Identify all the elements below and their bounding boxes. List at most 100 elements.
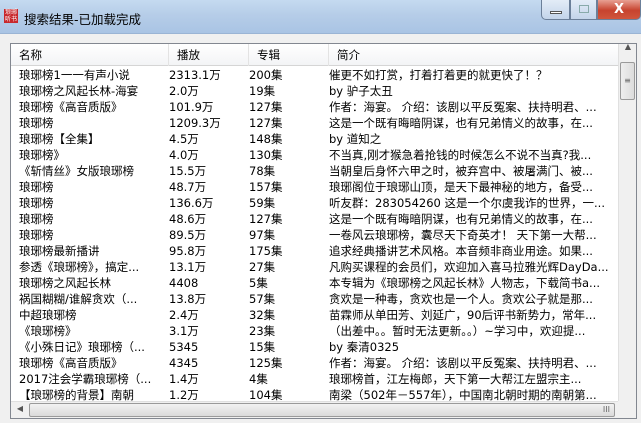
app-seal-icon: 琅琊 听书 bbox=[4, 9, 18, 23]
cell-episodes: 130集 bbox=[249, 148, 283, 162]
table-row[interactable]: 中超琅琊榜 2.4万 32集 苗霖师从单田芳、刘延广，90后评书新势力，常年... bbox=[11, 307, 618, 323]
scrollbar-corner bbox=[618, 401, 636, 418]
cell-name: 《小殊日记》琅琊榜（... bbox=[19, 340, 145, 354]
cell-episodes: 175集 bbox=[249, 244, 283, 258]
cell-name: 琅琊榜【全集】 bbox=[19, 132, 100, 146]
column-header-plays[interactable]: 播放 bbox=[169, 44, 249, 66]
cell-episodes: 157集 bbox=[249, 180, 283, 194]
cell-episodes: 57集 bbox=[249, 292, 276, 306]
cell-plays: 1209.3万 bbox=[169, 116, 221, 130]
table-row[interactable]: 琅琊榜最新播讲 95.8万 175集 追求经典播讲艺术风格。本音频非商业用途。如果..… bbox=[11, 243, 618, 259]
table-row[interactable]: 《斩情丝》女版琅琊榜 15.5万 78集 当朝皇后身怀六甲之时，被弃宫中、被屠满门、被… bbox=[11, 163, 618, 179]
cell-intro: （出差中。。暂时无法更新。。）~学习中，欢迎提... bbox=[329, 324, 586, 338]
cell-plays: 1.2万 bbox=[169, 388, 199, 401]
cell-plays: 4.0万 bbox=[169, 148, 199, 162]
cell-episodes: 59集 bbox=[249, 196, 276, 210]
title-bar: 琅琊 听书 搜索结果-已加载完成 X bbox=[0, 0, 641, 34]
table-row[interactable]: 琅琊榜之风起长林 4408 5集 本专辑为《琅琊榜之风起长林》人物志，下载简书a... bbox=[11, 275, 618, 291]
cell-intro: by 驴子太丑 bbox=[329, 84, 393, 98]
cell-plays: 13.1万 bbox=[169, 260, 207, 274]
horizontal-scroll-thumb[interactable]: III bbox=[29, 403, 615, 417]
scroll-left-arrow-icon[interactable]: ◀ bbox=[12, 404, 28, 413]
table-row[interactable]: 琅琊榜 89.5万 97集 一卷风云琅琊榜，囊尽天下奇英才！ 天下第一大帮... bbox=[11, 227, 618, 243]
cell-episodes: 19集 bbox=[249, 84, 276, 98]
minimize-icon bbox=[550, 11, 562, 14]
cell-intro: 听友群：283054260 这是一个尔虞我诈的世界，一... bbox=[329, 196, 605, 210]
cell-plays: 4345 bbox=[169, 356, 199, 370]
horizontal-scrollbar[interactable]: ◀ III bbox=[11, 401, 618, 418]
cell-episodes: 4集 bbox=[249, 372, 268, 386]
cell-plays: 2313.1万 bbox=[169, 68, 221, 82]
cell-name: 琅琊榜1一一有声小说 bbox=[19, 68, 130, 82]
table-row[interactable]: 《琅琊榜》 3.1万 23集 （出差中。。暂时无法更新。。）~学习中，欢迎提... bbox=[11, 323, 618, 339]
cell-episodes: 127集 bbox=[249, 212, 283, 226]
table-row[interactable]: 《小殊日记》琅琊榜（... 5345 15集 by 秦清0325 bbox=[11, 339, 618, 355]
column-header-name[interactable]: 名称 bbox=[11, 44, 169, 66]
cell-plays: 136.6万 bbox=[169, 196, 214, 210]
cell-intro: 本专辑为《琅琊榜之风起长林》人物志，下载简书a... bbox=[329, 276, 601, 290]
cell-intro: 追求经典播讲艺术风格。本音频非商业用途。如果... bbox=[329, 244, 593, 258]
cell-plays: 89.5万 bbox=[169, 228, 207, 242]
cell-intro: by 秦清0325 bbox=[329, 340, 400, 354]
cell-intro: 南梁（502年－557年），中国南北朝时期的南朝第... bbox=[329, 388, 597, 401]
cell-intro: 不当真,刚才猴急着抢钱的时候怎么不说不当真?我... bbox=[329, 148, 592, 162]
table-row[interactable]: 琅琊榜【全集】 4.5万 148集 by 道知之 bbox=[11, 131, 618, 147]
table-row[interactable]: 琅琊榜 136.6万 59集 听友群：283054260 这是一个尔虞我诈的世界，一.… bbox=[11, 195, 618, 211]
table-row[interactable]: 参透《琅琊榜》，搞定... 13.1万 27集 凡购买课程的会员们，欢迎加入喜马拉雅光… bbox=[11, 259, 618, 275]
cell-name: 《斩情丝》女版琅琊榜 bbox=[19, 164, 134, 178]
cell-plays: 101.9万 bbox=[169, 100, 214, 114]
cell-plays: 4408 bbox=[169, 276, 199, 290]
cell-intro: 一卷风云琅琊榜，囊尽天下奇英才！ 天下第一大帮... bbox=[329, 228, 597, 242]
cell-name: 【琅琊榜的背景】南朝 bbox=[19, 388, 134, 401]
cell-plays: 1.4万 bbox=[169, 372, 199, 386]
cell-name: 琅琊榜 bbox=[19, 196, 54, 210]
cell-name: 琅琊榜之风起长林 bbox=[19, 276, 111, 290]
table-row[interactable]: 琅琊榜 48.6万 127集 这是一个既有晦暗阴谋，也有兄弟情义的故事，在... bbox=[11, 211, 618, 227]
column-header-episodes[interactable]: 专辑 bbox=[249, 44, 329, 66]
cell-name: 2017注会学霸琅琊榜（... bbox=[19, 372, 152, 386]
cell-name: 祸国糊糊/谁解贪欢（... bbox=[19, 292, 138, 306]
search-results-list[interactable]: 名称 播放 专辑 简介 琅琊榜1一一有声小说 2313.1万 200集 催更不如打赏，… bbox=[10, 43, 637, 419]
cell-episodes: 148集 bbox=[249, 132, 283, 146]
cell-intro: 这是一个既有晦暗阴谋，也有兄弟情义的故事，在... bbox=[329, 116, 593, 130]
list-rows: 琅琊榜1一一有声小说 2313.1万 200集 催更不如打赏，打着打着更的就更快了！？… bbox=[11, 67, 618, 401]
cell-intro: 作者：海宴。 介绍：该剧以平反冤案、扶持明君、... bbox=[329, 356, 597, 370]
cell-plays: 5345 bbox=[169, 340, 199, 354]
cell-intro: 当朝皇后身怀六甲之时，被弃宫中、被屠满门、被... bbox=[329, 164, 593, 178]
table-row[interactable]: 琅琊榜》 4.0万 130集 不当真,刚才猴急着抢钱的时候怎么不说不当真?我... bbox=[11, 147, 618, 163]
cell-name: 琅琊榜《高音质版》 bbox=[19, 356, 123, 370]
cell-plays: 2.0万 bbox=[169, 84, 199, 98]
table-row[interactable]: 琅琊榜 48.7万 157集 琅琊阁位于琅琊山顶，是天下最神秘的地方，备受... bbox=[11, 179, 618, 195]
table-row[interactable]: 琅琊榜1一一有声小说 2313.1万 200集 催更不如打赏，打着打着更的就更快了！？ bbox=[11, 67, 618, 83]
column-header-intro[interactable]: 简介 bbox=[329, 44, 618, 66]
cell-intro: 苗霖师从单田芳、刘延广，90后评书新势力，常年... bbox=[329, 308, 597, 322]
cell-episodes: 97集 bbox=[249, 228, 276, 242]
close-button[interactable]: X bbox=[597, 0, 641, 20]
list-header: 名称 播放 专辑 简介 bbox=[11, 44, 618, 66]
cell-plays: 2.4万 bbox=[169, 308, 199, 322]
vertical-scroll-thumb[interactable]: ≡ bbox=[620, 62, 635, 100]
cell-name: 琅琊榜最新播讲 bbox=[19, 244, 100, 258]
maximize-icon bbox=[579, 5, 589, 13]
cell-intro: 贪欢是一种毒，贪欢也是一个人。贪欢公子就是那... bbox=[329, 292, 593, 306]
cell-episodes: 78集 bbox=[249, 164, 276, 178]
maximize-button[interactable] bbox=[570, 0, 597, 20]
table-row[interactable]: 琅琊榜《高音质版》 4345 125集 作者：海宴。 介绍：该剧以平反冤案、扶持明君、… bbox=[11, 355, 618, 371]
minimize-button[interactable] bbox=[541, 0, 570, 20]
table-row[interactable]: 琅琊榜 1209.3万 127集 这是一个既有晦暗阴谋，也有兄弟情义的故事，在... bbox=[11, 115, 618, 131]
cell-plays: 4.5万 bbox=[169, 132, 199, 146]
cell-name: 琅琊榜 bbox=[19, 116, 54, 130]
scroll-up-arrow-icon[interactable]: ▲ bbox=[620, 44, 636, 51]
cell-episodes: 127集 bbox=[249, 100, 283, 114]
table-row[interactable]: 祸国糊糊/谁解贪欢（... 13.8万 57集 贪欢是一种毒，贪欢也是一个人。贪欢公子… bbox=[11, 291, 618, 307]
vertical-scrollbar[interactable]: ▲ ≡ bbox=[618, 44, 636, 401]
table-row[interactable]: 2017注会学霸琅琊榜（... 1.4万 4集 琅琊榜首，江左梅郎，天下第一大帮江左盟… bbox=[11, 371, 618, 387]
cell-intro: 凡购买课程的会员们，欢迎加入喜马拉雅光辉DayDa... bbox=[329, 260, 609, 274]
table-row[interactable]: 琅琊榜之风起长林-海宴 2.0万 19集 by 驴子太丑 bbox=[11, 83, 618, 99]
table-row[interactable]: 琅琊榜《高音质版》 101.9万 127集 作者：海宴。 介绍：该剧以平反冤案、扶持明… bbox=[11, 99, 618, 115]
cell-episodes: 125集 bbox=[249, 356, 283, 370]
table-row[interactable]: 【琅琊榜的背景】南朝 1.2万 104集 南梁（502年－557年），中国南北朝时期的… bbox=[11, 387, 618, 401]
cell-plays: 48.7万 bbox=[169, 180, 207, 194]
cell-episodes: 15集 bbox=[249, 340, 276, 354]
window-title: 搜索结果-已加载完成 bbox=[24, 12, 142, 27]
